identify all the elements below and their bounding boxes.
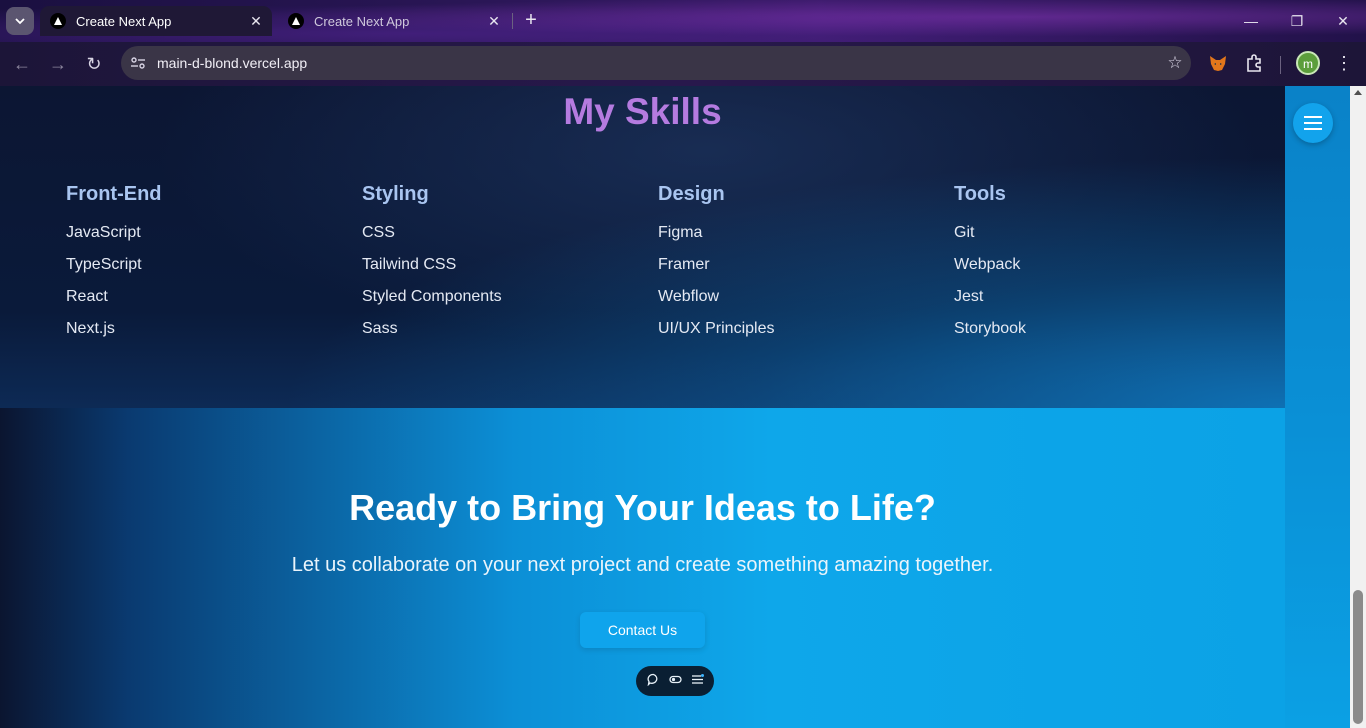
profile-avatar[interactable]: m xyxy=(1296,51,1320,75)
scrollbar-thumb[interactable] xyxy=(1353,590,1363,724)
skills-section: My Skills Front-End JavaScript TypeScrip… xyxy=(0,86,1285,408)
skill-item: UI/UX Principles xyxy=(658,320,775,337)
toggle-icon[interactable] xyxy=(666,673,684,689)
skill-category-front-end: Front-End JavaScript TypeScript React Ne… xyxy=(66,183,162,345)
skill-item: Figma xyxy=(658,224,703,241)
tab-title: Create Next App xyxy=(76,13,172,29)
category-heading: Tools xyxy=(954,183,1006,205)
browser-tab-inactive[interactable]: Create Next App ✕ xyxy=(278,6,510,36)
address-bar[interactable]: main-d-blond.vercel.app ☆ xyxy=(121,46,1191,80)
reload-icon[interactable]: ↻ xyxy=(80,50,108,78)
skill-item: Next.js xyxy=(66,320,115,337)
skill-item: Jest xyxy=(954,288,984,305)
new-tab-plus-icon[interactable]: + xyxy=(520,10,542,32)
hamburger-menu-button[interactable] xyxy=(1293,103,1333,143)
skill-item: Framer xyxy=(658,256,710,273)
skill-item: Git xyxy=(954,224,975,241)
forward-arrow-icon[interactable]: → xyxy=(44,50,72,78)
tab-separator xyxy=(512,13,513,29)
extensions-puzzle-icon[interactable] xyxy=(1243,52,1265,74)
skill-item: Webflow xyxy=(658,288,720,305)
toolbar-separator xyxy=(1280,56,1281,74)
page-viewport: My Skills Front-End JavaScript TypeScrip… xyxy=(0,86,1350,728)
skill-category-tools: Tools Git Webpack Jest Storybook xyxy=(954,183,1026,345)
back-arrow-icon[interactable]: ← xyxy=(8,50,36,78)
minimize-icon[interactable]: — xyxy=(1236,8,1266,34)
category-heading: Design xyxy=(658,183,725,205)
skill-item: Styled Components xyxy=(362,288,502,305)
nextjs-favicon-icon xyxy=(50,13,66,29)
restore-icon[interactable]: ❐ xyxy=(1282,8,1312,34)
contact-us-button[interactable]: Contact Us xyxy=(580,612,705,648)
tab-close-icon[interactable]: ✕ xyxy=(246,13,266,30)
browser-toolbar: ← → ↻ main-d-blond.vercel.app ☆ m ⋮ xyxy=(0,42,1366,86)
menu-list-icon[interactable] xyxy=(688,673,706,689)
cta-subtitle: Let us collaborate on your next project … xyxy=(291,554,994,576)
site-settings-icon[interactable] xyxy=(121,46,155,80)
cta-title: Ready to Bring Your Ideas to Life? xyxy=(349,487,936,528)
browser-tab-strip: Create Next App ✕ Create Next App ✕ + — … xyxy=(0,0,1366,42)
skill-item: TypeScript xyxy=(66,256,142,273)
url-text: main-d-blond.vercel.app xyxy=(157,55,308,71)
nextjs-favicon-icon xyxy=(288,13,304,29)
page-scrollbar[interactable] xyxy=(1350,86,1366,728)
floating-toolbar xyxy=(636,666,714,696)
skill-item: Webpack xyxy=(954,256,1021,273)
skill-item: JavaScript xyxy=(66,224,141,241)
right-side-strip xyxy=(1285,86,1350,728)
hamburger-icon xyxy=(1304,114,1322,132)
skill-item: React xyxy=(66,288,108,305)
chevron-down-icon xyxy=(15,18,25,25)
category-heading: Front-End xyxy=(66,183,162,205)
skill-item: Storybook xyxy=(954,320,1027,337)
category-heading: Styling xyxy=(362,183,429,205)
tab-search-button[interactable] xyxy=(6,7,34,35)
cta-section: Ready to Bring Your Ideas to Life? Let u… xyxy=(0,408,1285,728)
skill-category-styling: Styling CSS Tailwind CSS Styled Componen… xyxy=(362,183,502,345)
tab-close-icon[interactable]: ✕ xyxy=(484,13,504,30)
comment-icon[interactable] xyxy=(644,673,662,689)
skills-title: My Skills xyxy=(563,91,722,132)
skill-item: Sass xyxy=(362,320,398,337)
close-window-icon[interactable]: ✕ xyxy=(1328,8,1358,34)
skill-item: CSS xyxy=(362,224,395,241)
metamask-fox-icon[interactable] xyxy=(1207,52,1229,74)
tab-title: Create Next App xyxy=(314,13,410,29)
browser-menu-icon[interactable]: ⋮ xyxy=(1334,51,1354,77)
browser-tab-active[interactable]: Create Next App ✕ xyxy=(40,6,272,36)
skill-item: Tailwind CSS xyxy=(362,256,457,273)
bookmark-star-icon[interactable]: ☆ xyxy=(1159,53,1191,73)
scroll-up-arrow-icon[interactable] xyxy=(1354,90,1362,95)
skill-category-design: Design Figma Framer Webflow UI/UX Princi… xyxy=(658,183,774,345)
